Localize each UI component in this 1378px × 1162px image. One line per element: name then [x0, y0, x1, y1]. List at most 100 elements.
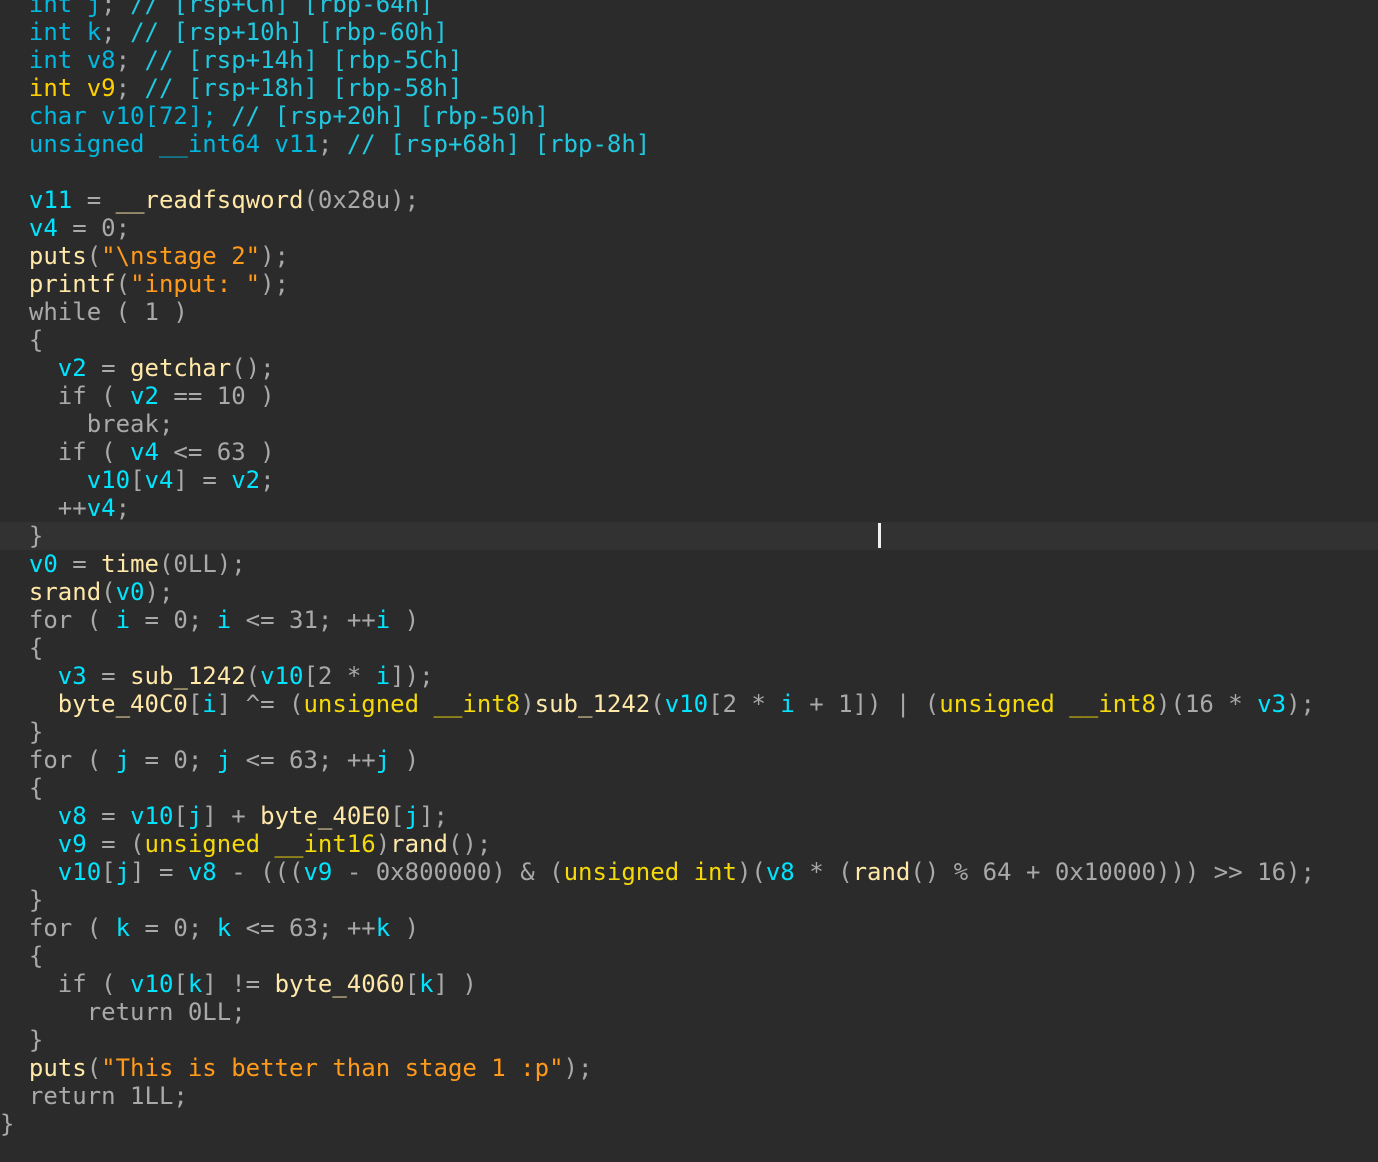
code-token: byte_40E0 — [260, 802, 391, 830]
code-line[interactable]: v3 = sub_1242(v10[2 * i]); — [0, 662, 1378, 690]
code-line[interactable]: v9 = (unsigned __int16)rand(); — [0, 830, 1378, 858]
code-token: ( — [115, 270, 131, 298]
code-line[interactable]: for ( i = 0; i <= 31; ++i ) — [0, 606, 1378, 634]
code-line[interactable]: { — [0, 634, 1378, 662]
code-line[interactable]: int v8; // [rsp+14h] [rbp-5Ch] — [0, 46, 1378, 74]
code-line[interactable]: int v9; // [rsp+18h] [rbp-58h] — [0, 74, 1378, 102]
code-line[interactable]: { — [0, 326, 1378, 354]
code-line[interactable]: return 0LL; — [0, 998, 1378, 1026]
code-token: - 0x800000) & ( — [332, 858, 564, 886]
code-token: for ( — [28, 746, 116, 774]
code-token: ( — [86, 1054, 102, 1082]
code-line[interactable]: if ( v10[k] != byte_4060[k] ) — [0, 970, 1378, 998]
code-line[interactable]: unsigned __int64 v11; // [rsp+68h] [rbp-… — [0, 130, 1378, 158]
code-token: j — [404, 802, 420, 830]
code-line[interactable]: for ( k = 0; k <= 63; ++k ) — [0, 914, 1378, 942]
code-token: j — [216, 746, 232, 774]
code-line[interactable]: while ( 1 ) — [0, 298, 1378, 326]
code-token: v10 — [130, 970, 174, 998]
code-token: () % 64 + 0x10000))) >> 16); — [910, 858, 1315, 886]
code-line[interactable]: v10[v4] = v2; — [0, 466, 1378, 494]
code-line[interactable]: break; — [0, 410, 1378, 438]
code-token: ; — [115, 74, 145, 102]
code-token: [ — [187, 690, 203, 718]
code-token: <= 31; ++ — [231, 606, 376, 634]
code-line[interactable]: v4 = 0; — [0, 214, 1378, 242]
code-token: ) — [520, 690, 535, 718]
code-token: rand — [390, 830, 448, 858]
code-line[interactable]: int k; // [rsp+10h] [rbp-60h] — [0, 18, 1378, 46]
code-line[interactable]: { — [0, 774, 1378, 802]
code-line[interactable]: char v10[72]; // [rsp+20h] [rbp-50h] — [0, 102, 1378, 130]
code-token: [2 * — [708, 690, 781, 718]
code-token: } — [0, 1110, 15, 1138]
code-line[interactable]: puts("This is better than stage 1 :p"); — [0, 1054, 1378, 1082]
code-token: ; — [115, 494, 131, 522]
code-line[interactable]: v11 = __readfsqword(0x28u); — [0, 186, 1378, 214]
code-token: v0 — [28, 550, 58, 578]
code-token: v9 — [303, 858, 333, 886]
code-line[interactable]: if ( v4 <= 63 ) — [0, 438, 1378, 466]
code-token: v10 — [130, 802, 174, 830]
code-line[interactable]: ++v4; — [0, 494, 1378, 522]
code-line[interactable]: } — [0, 1110, 1378, 1138]
code-token: k — [216, 914, 232, 942]
code-token: v8 — [57, 802, 87, 830]
code-token: unsigned __int16 — [144, 830, 376, 858]
code-token: i — [780, 690, 795, 718]
code-token: [ — [404, 970, 420, 998]
code-line[interactable]: return 1LL; — [0, 1082, 1378, 1110]
code-token: [ — [173, 802, 188, 830]
code-token: byte_4060 — [274, 970, 405, 998]
code-token: sub_1242 — [130, 662, 246, 690]
code-line[interactable]: v10[j] = v8 - (((v9 - 0x800000) & (unsig… — [0, 858, 1378, 886]
code-line[interactable]: puts("\nstage 2"); — [0, 242, 1378, 270]
code-token: (); — [447, 830, 492, 858]
code-token: if ( — [57, 970, 131, 998]
code-line[interactable]: v2 = getchar(); — [0, 354, 1378, 382]
code-token: [ — [130, 466, 145, 494]
code-line[interactable]: } — [0, 1026, 1378, 1054]
code-line[interactable]: for ( j = 0; j <= 63; ++j ) — [0, 746, 1378, 774]
code-token: ]); — [390, 662, 434, 690]
code-token: * ( — [794, 858, 853, 886]
code-line[interactable]: } — [0, 886, 1378, 914]
code-token: v10 — [86, 466, 131, 494]
code-line[interactable]: int j; // [rsp+Ch] [rbp-64h] — [0, 0, 1378, 18]
code-line[interactable] — [0, 158, 1378, 186]
code-line[interactable]: byte_40C0[i] ^= (unsigned __int8)sub_124… — [0, 690, 1378, 718]
code-token: { — [28, 634, 44, 662]
code-line[interactable]: printf("input: "); — [0, 270, 1378, 298]
code-line[interactable]: srand(v0); — [0, 578, 1378, 606]
code-token: ++ — [57, 494, 87, 522]
code-line[interactable]: { — [0, 942, 1378, 970]
code-token: puts — [28, 1054, 87, 1082]
code-line[interactable]: if ( v2 == 10 ) — [0, 382, 1378, 410]
code-line[interactable]: } — [0, 718, 1378, 746]
code-line[interactable]: v0 = time(0LL); — [0, 550, 1378, 578]
code-line[interactable]: } — [0, 522, 1378, 550]
code-token: k — [419, 970, 434, 998]
code-token: k — [375, 914, 391, 942]
code-token: return 1LL; — [28, 1082, 188, 1110]
code-token: ( — [650, 690, 665, 718]
code-token: int — [28, 46, 87, 74]
code-token: [2 * — [303, 662, 376, 690]
code-token: v2 — [130, 382, 159, 410]
code-token: // [rsp+14h] [rbp-5Ch] — [144, 46, 463, 74]
code-line[interactable]: v8 = v10[j] + byte_40E0[j]; — [0, 802, 1378, 830]
code-token: [ — [173, 970, 188, 998]
code-editor[interactable]: int j; // [rsp+Ch] [rbp-64h] int k; // [… — [0, 0, 1378, 1138]
code-token: i — [115, 606, 131, 634]
code-token: [72]; — [144, 102, 232, 130]
